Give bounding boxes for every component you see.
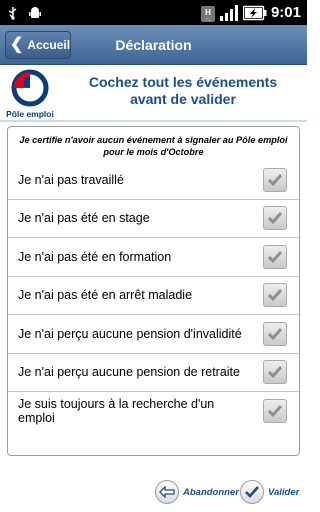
check-icon xyxy=(240,480,264,504)
event-row-stage[interactable]: Je n'ai pas été en stage xyxy=(8,200,299,238)
signal-icon xyxy=(219,4,239,21)
event-label: Je n'ai perçu aucune pension d'invalidit… xyxy=(18,326,242,341)
event-list: Je n'ai pas travaillé Je n'ai pas été en… xyxy=(8,161,299,431)
event-label: Je n'ai perçu aucune pension de retraite xyxy=(18,365,240,380)
pole-emploi-logo: Pôle emploi xyxy=(6,69,54,119)
check-icon xyxy=(267,173,283,186)
event-label: Je n'ai pas été en stage xyxy=(18,211,150,226)
logo-text: Pôle emploi xyxy=(6,109,54,119)
abandon-button[interactable]: Abandonner xyxy=(155,480,239,504)
event-checkbox[interactable] xyxy=(263,321,287,346)
android-debug-icon xyxy=(28,6,42,20)
battery-charging-icon xyxy=(242,5,267,21)
svg-text:↑↓: ↑↓ xyxy=(205,17,210,22)
event-row-recherche-emploi[interactable]: Je suis toujours à la recherche d'un emp… xyxy=(8,392,299,431)
event-label: Je n'ai pas été en formation xyxy=(18,249,172,264)
check-icon xyxy=(267,405,283,418)
pole-emploi-logo-icon xyxy=(11,69,49,107)
usb-icon xyxy=(6,6,20,20)
certification-text: Je certifie n'avoir aucun événement à si… xyxy=(19,135,288,157)
validate-label: Valider xyxy=(268,486,300,498)
event-checkbox[interactable] xyxy=(263,399,287,424)
check-icon xyxy=(267,212,283,225)
hspa-icon: H ↑↓ xyxy=(200,5,215,23)
event-row-formation[interactable]: Je n'ai pas été en formation xyxy=(8,238,299,277)
clock: 9:01 xyxy=(270,4,301,21)
event-checkbox[interactable] xyxy=(263,167,287,192)
svg-text:H: H xyxy=(205,8,211,17)
event-row-travail[interactable]: Je n'ai pas travaillé xyxy=(8,161,299,200)
check-icon xyxy=(267,327,283,340)
validate-button[interactable]: Valider xyxy=(240,480,299,504)
header-banner: Pôle emploi Cochez tout les événements a… xyxy=(0,66,307,122)
event-checkbox[interactable] xyxy=(263,244,287,269)
event-row-arret-maladie[interactable]: Je n'ai pas été en arrêt maladie xyxy=(8,277,299,315)
instruction-heading: Cochez tout les événements avant de vali… xyxy=(62,74,304,108)
declaration-panel: Je certifie n'avoir aucun événement à si… xyxy=(7,126,300,456)
action-bar: Abandonner Valider xyxy=(0,476,307,506)
instruction-line-1: Cochez tout les événements xyxy=(88,74,278,90)
arrow-left-icon xyxy=(155,480,179,504)
check-icon xyxy=(267,366,283,379)
event-checkbox[interactable] xyxy=(263,360,287,385)
event-checkbox[interactable] xyxy=(263,206,287,231)
check-icon xyxy=(267,250,283,263)
abandon-label: Abandonner xyxy=(183,486,239,498)
check-icon xyxy=(267,289,283,302)
back-button-label: Accueil xyxy=(27,38,71,52)
chevron-left-icon: ❮ xyxy=(10,36,24,53)
instruction-line-2: avant de valider xyxy=(130,91,236,107)
title-bar: ❮ Accueil Déclaration xyxy=(0,25,307,65)
screen: H ↑↓ 9:01 ❮ Accueil Déclaration Pôle emp… xyxy=(0,0,307,512)
event-row-retraite[interactable]: Je n'ai perçu aucune pension de retraite xyxy=(8,354,299,392)
event-checkbox[interactable] xyxy=(263,283,287,308)
event-label: Je n'ai pas été en arrêt maladie xyxy=(18,288,193,303)
status-bar: H ↑↓ 9:01 xyxy=(0,0,307,25)
event-label: Je suis toujours à la recherche d'un emp… xyxy=(18,397,215,426)
event-label: Je n'ai pas travaillé xyxy=(18,172,124,187)
back-button[interactable]: ❮ Accueil xyxy=(5,31,71,59)
event-row-invalidite[interactable]: Je n'ai perçu aucune pension d'invalidit… xyxy=(8,315,299,354)
